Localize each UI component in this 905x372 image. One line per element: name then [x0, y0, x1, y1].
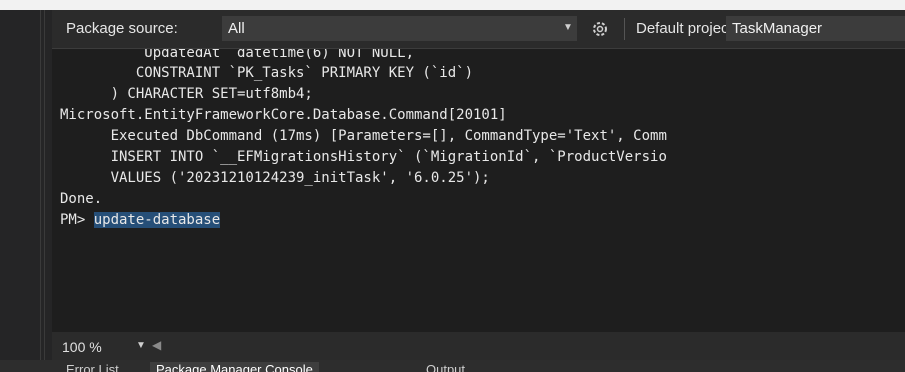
console-line: VALUES ('20231210124239_initTask', '6.0.…: [60, 170, 490, 186]
console-prompt: PM>: [60, 212, 94, 228]
console-line: Microsoft.EntityFrameworkCore.Database.C…: [60, 107, 507, 123]
divider: [44, 10, 45, 372]
console-line: ) CHARACTER SET=utf8mb4;: [60, 86, 313, 102]
default-project-dropdown[interactable]: TaskManager: [726, 16, 905, 41]
default-project-value: TaskManager: [732, 20, 823, 37]
package-manager-console-output[interactable]: `UpdatedAt` datetime(6) NOT NULL, CONSTR…: [52, 49, 905, 332]
chevron-down-icon: ▼: [563, 22, 573, 33]
chevron-down-icon[interactable]: ▼: [136, 340, 146, 351]
gear-icon[interactable]: [590, 19, 610, 39]
zoom-level[interactable]: 100 %: [62, 339, 102, 355]
bottom-tab-strip: Error List Package Manager Console Outpu…: [0, 360, 905, 372]
console-line: CONSTRAINT `PK_Tasks` PRIMARY KEY (`id`): [60, 65, 474, 81]
toolbar-divider: [624, 18, 625, 40]
console-prompt-line[interactable]: PM> update-database: [60, 210, 221, 230]
console-line: Done.: [60, 191, 103, 207]
window-top-edge: [0, 0, 905, 10]
console-line: Executed DbCommand (17ms) [Parameters=[]…: [60, 128, 667, 144]
divider: [40, 10, 41, 372]
console-line: INSERT INTO `__EFMigrationsHistory` (`Mi…: [60, 149, 667, 165]
tab-package-manager-console[interactable]: Package Manager Console: [150, 362, 319, 372]
console-toolbar: Package source: All ▼ Default project: T…: [52, 10, 905, 49]
tab-output[interactable]: Output: [420, 362, 471, 372]
console-line: `UpdatedAt` datetime(6) NOT NULL,: [60, 49, 415, 61]
package-source-value: All: [228, 20, 245, 37]
scroll-left-icon[interactable]: ◀: [152, 338, 161, 352]
left-panel-edge: [0, 10, 52, 372]
console-statusbar: 100 % ▼ ◀: [52, 332, 905, 360]
tab-error-list[interactable]: Error List: [60, 362, 125, 372]
default-project-label: Default project:: [636, 20, 737, 37]
package-source-dropdown[interactable]: All ▼: [222, 16, 577, 41]
console-command[interactable]: update-database: [93, 212, 221, 228]
package-source-label: Package source:: [66, 20, 178, 37]
